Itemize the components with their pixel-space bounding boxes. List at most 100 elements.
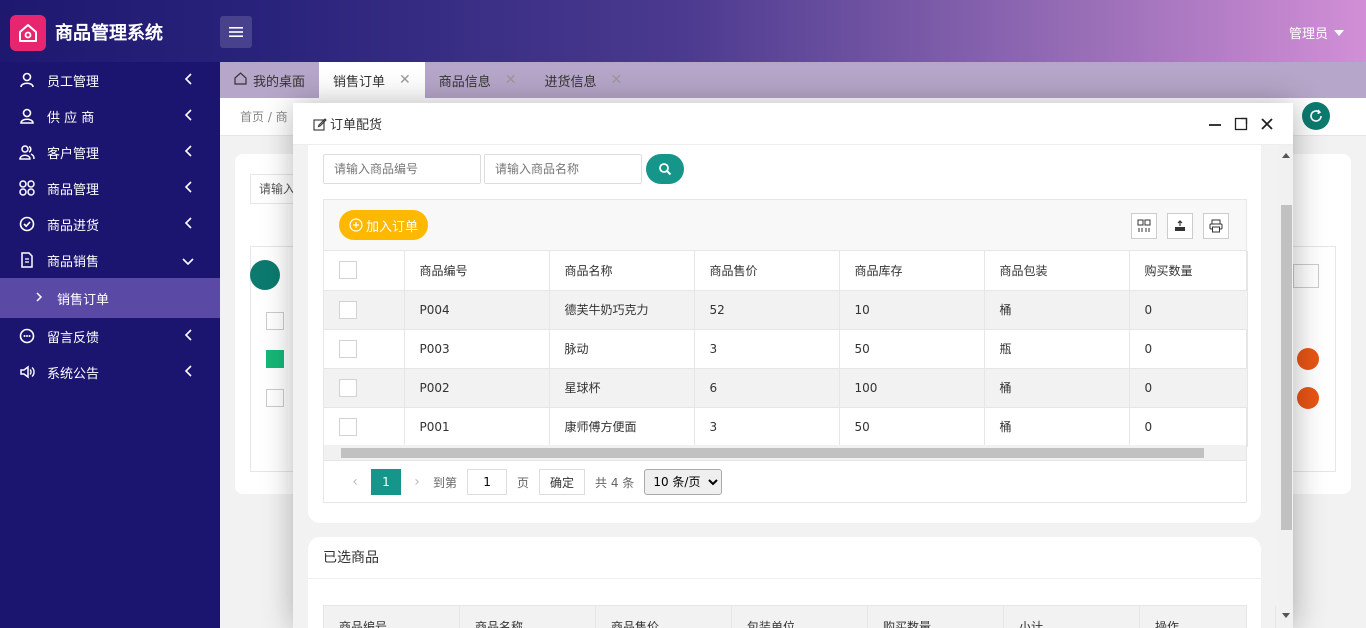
background-checkbox[interactable] [266, 312, 284, 330]
scrollbar-thumb[interactable] [1281, 205, 1292, 530]
home-logo-icon[interactable] [10, 15, 46, 51]
column-header[interactable]: 购买数量 [1129, 251, 1248, 291]
column-header: 商品编号 [324, 606, 460, 628]
sidebar-item-purchasing[interactable]: 商品进货 [0, 206, 220, 242]
modal-vertical-scrollbar[interactable] [1279, 145, 1293, 628]
table-row[interactable]: P001 康师傅方便面 3 50 桶 0 [324, 407, 1248, 447]
current-page[interactable]: 1 [371, 469, 401, 495]
table-row[interactable]: P003 脉动 3 50 瓶 0 [324, 329, 1248, 369]
column-header[interactable]: 商品名称 [549, 251, 695, 291]
user-badge-icon [18, 71, 36, 89]
tab-sales-orders[interactable]: 销售订单 ✕ [319, 62, 425, 98]
product-pack-cell: 瓶 [984, 329, 1130, 369]
product-grid: 商品编号 商品名称 商品售价 商品库存 商品包装 购买数量 P004 德芙牛奶巧… [324, 251, 1248, 447]
close-icon[interactable]: ✕ [505, 72, 517, 88]
goto-confirm-button[interactable]: 确定 [539, 469, 586, 495]
hamburger-icon [229, 27, 243, 37]
sidebar-item-label: 系统公告 [47, 366, 100, 382]
sidebar-item-feedback[interactable]: 留言反馈 [0, 318, 220, 354]
tab-label: 销售订单 [333, 74, 386, 90]
sidebar-item-products[interactable]: 商品管理 [0, 170, 220, 206]
tab-product-info[interactable]: 商品信息 ✕ [425, 62, 531, 98]
tab-desktop[interactable]: 我的桌面 [220, 62, 319, 98]
sidebar-item-label: 商品销售 [47, 254, 100, 270]
sidebar-item-label: 商品管理 [47, 182, 100, 198]
next-page-icon[interactable]: › [401, 474, 433, 490]
column-header: 购买数量 [868, 606, 1004, 628]
grid-circles-icon [18, 179, 36, 197]
purchase-qty-cell[interactable]: 0 [1129, 290, 1248, 330]
home-icon [234, 71, 247, 89]
tab-label: 商品信息 [438, 74, 491, 90]
product-stock-cell: 10 [839, 290, 985, 330]
product-name-cell: 脉动 [549, 329, 695, 369]
product-code-cell: P003 [404, 329, 550, 369]
export-button[interactable] [1167, 213, 1193, 239]
row-checkbox[interactable] [339, 339, 357, 358]
sidebar-item-sales[interactable]: 商品销售 [0, 242, 220, 278]
prev-page-icon[interactable]: ‹ [339, 474, 371, 490]
user-menu[interactable]: 管理员 [1289, 23, 1344, 42]
table-row[interactable]: P002 星球杯 6 100 桶 0 [324, 368, 1248, 408]
sidebar-item-label: 商品进货 [47, 218, 100, 234]
background-delete-button[interactable] [1297, 348, 1319, 370]
product-pack-cell: 桶 [984, 290, 1130, 330]
group-icon [18, 143, 36, 161]
minimize-icon[interactable] [1207, 116, 1223, 132]
chevron-left-icon [184, 365, 192, 381]
add-to-order-button[interactable]: 加入订单 [339, 210, 429, 240]
column-header[interactable]: 商品编号 [404, 251, 550, 291]
purchase-qty-cell[interactable]: 0 [1129, 329, 1248, 369]
column-header: 商品名称 [460, 606, 596, 628]
close-icon[interactable]: ✕ [399, 72, 411, 88]
product-price-cell: 3 [694, 407, 840, 447]
background-checkbox-checked[interactable] [266, 350, 284, 368]
chevron-left-icon [184, 145, 192, 161]
background-delete-button[interactable] [1297, 387, 1319, 409]
table-toolbar: 加入订单 [324, 200, 1246, 251]
purchase-qty-cell[interactable]: 0 [1129, 368, 1248, 408]
scroll-down-icon[interactable] [1282, 613, 1290, 618]
column-header[interactable]: 商品包装 [984, 251, 1130, 291]
column-header[interactable]: 商品库存 [839, 251, 985, 291]
product-name-input[interactable] [484, 154, 642, 184]
refresh-button[interactable] [1302, 102, 1330, 130]
column-header[interactable]: 商品售价 [694, 251, 840, 291]
menu-toggle-button[interactable] [220, 16, 252, 48]
purchase-qty-cell[interactable]: 0 [1129, 407, 1248, 447]
table-row[interactable]: P004 德芙牛奶巧克力 52 10 桶 0 [324, 290, 1248, 330]
sidebar-item-announcements[interactable]: 系统公告 [0, 354, 220, 390]
goto-page-input[interactable] [467, 469, 508, 495]
select-all-cell [324, 251, 405, 291]
sidebar-subitem-sales-orders[interactable]: 销售订单 [0, 278, 220, 318]
horizontal-scrollbar[interactable] [324, 445, 1246, 461]
maximize-icon[interactable] [1233, 116, 1249, 132]
selected-products-title: 已选商品 [308, 537, 1261, 579]
total-count: 共 4 条 [595, 475, 635, 490]
sidebar-item-employees[interactable]: 员工管理 [0, 62, 220, 98]
product-pack-cell: 桶 [984, 407, 1130, 447]
background-checkbox[interactable] [266, 389, 284, 407]
search-button[interactable] [646, 154, 684, 184]
page-size-select[interactable]: 10 条/页 [644, 469, 723, 495]
print-button[interactable] [1203, 213, 1229, 239]
column-header: 操作 [1140, 606, 1276, 628]
close-icon[interactable]: ✕ [611, 72, 623, 88]
background-add-button[interactable] [250, 260, 280, 290]
background-print-button[interactable] [1293, 264, 1319, 288]
product-code-input[interactable] [323, 154, 481, 184]
row-checkbox[interactable] [339, 417, 357, 436]
sidebar-item-label: 供 应 商 [47, 110, 95, 126]
scroll-up-icon[interactable] [1282, 153, 1290, 158]
row-checkbox[interactable] [339, 300, 357, 319]
close-icon[interactable] [1259, 116, 1275, 132]
tab-bar: 我的桌面 销售订单 ✕ 商品信息 ✕ 进货信息 ✕ [220, 62, 1366, 98]
columns-filter-button[interactable] [1131, 213, 1157, 239]
product-price-cell: 3 [694, 329, 840, 369]
scrollbar-thumb[interactable] [341, 448, 1204, 458]
row-checkbox[interactable] [339, 378, 357, 397]
tab-purchase-info[interactable]: 进货信息 ✕ [531, 62, 637, 98]
sidebar-item-suppliers[interactable]: 供 应 商 [0, 98, 220, 134]
select-all-checkbox[interactable] [339, 261, 357, 280]
sidebar-item-customers[interactable]: 客户管理 [0, 134, 220, 170]
